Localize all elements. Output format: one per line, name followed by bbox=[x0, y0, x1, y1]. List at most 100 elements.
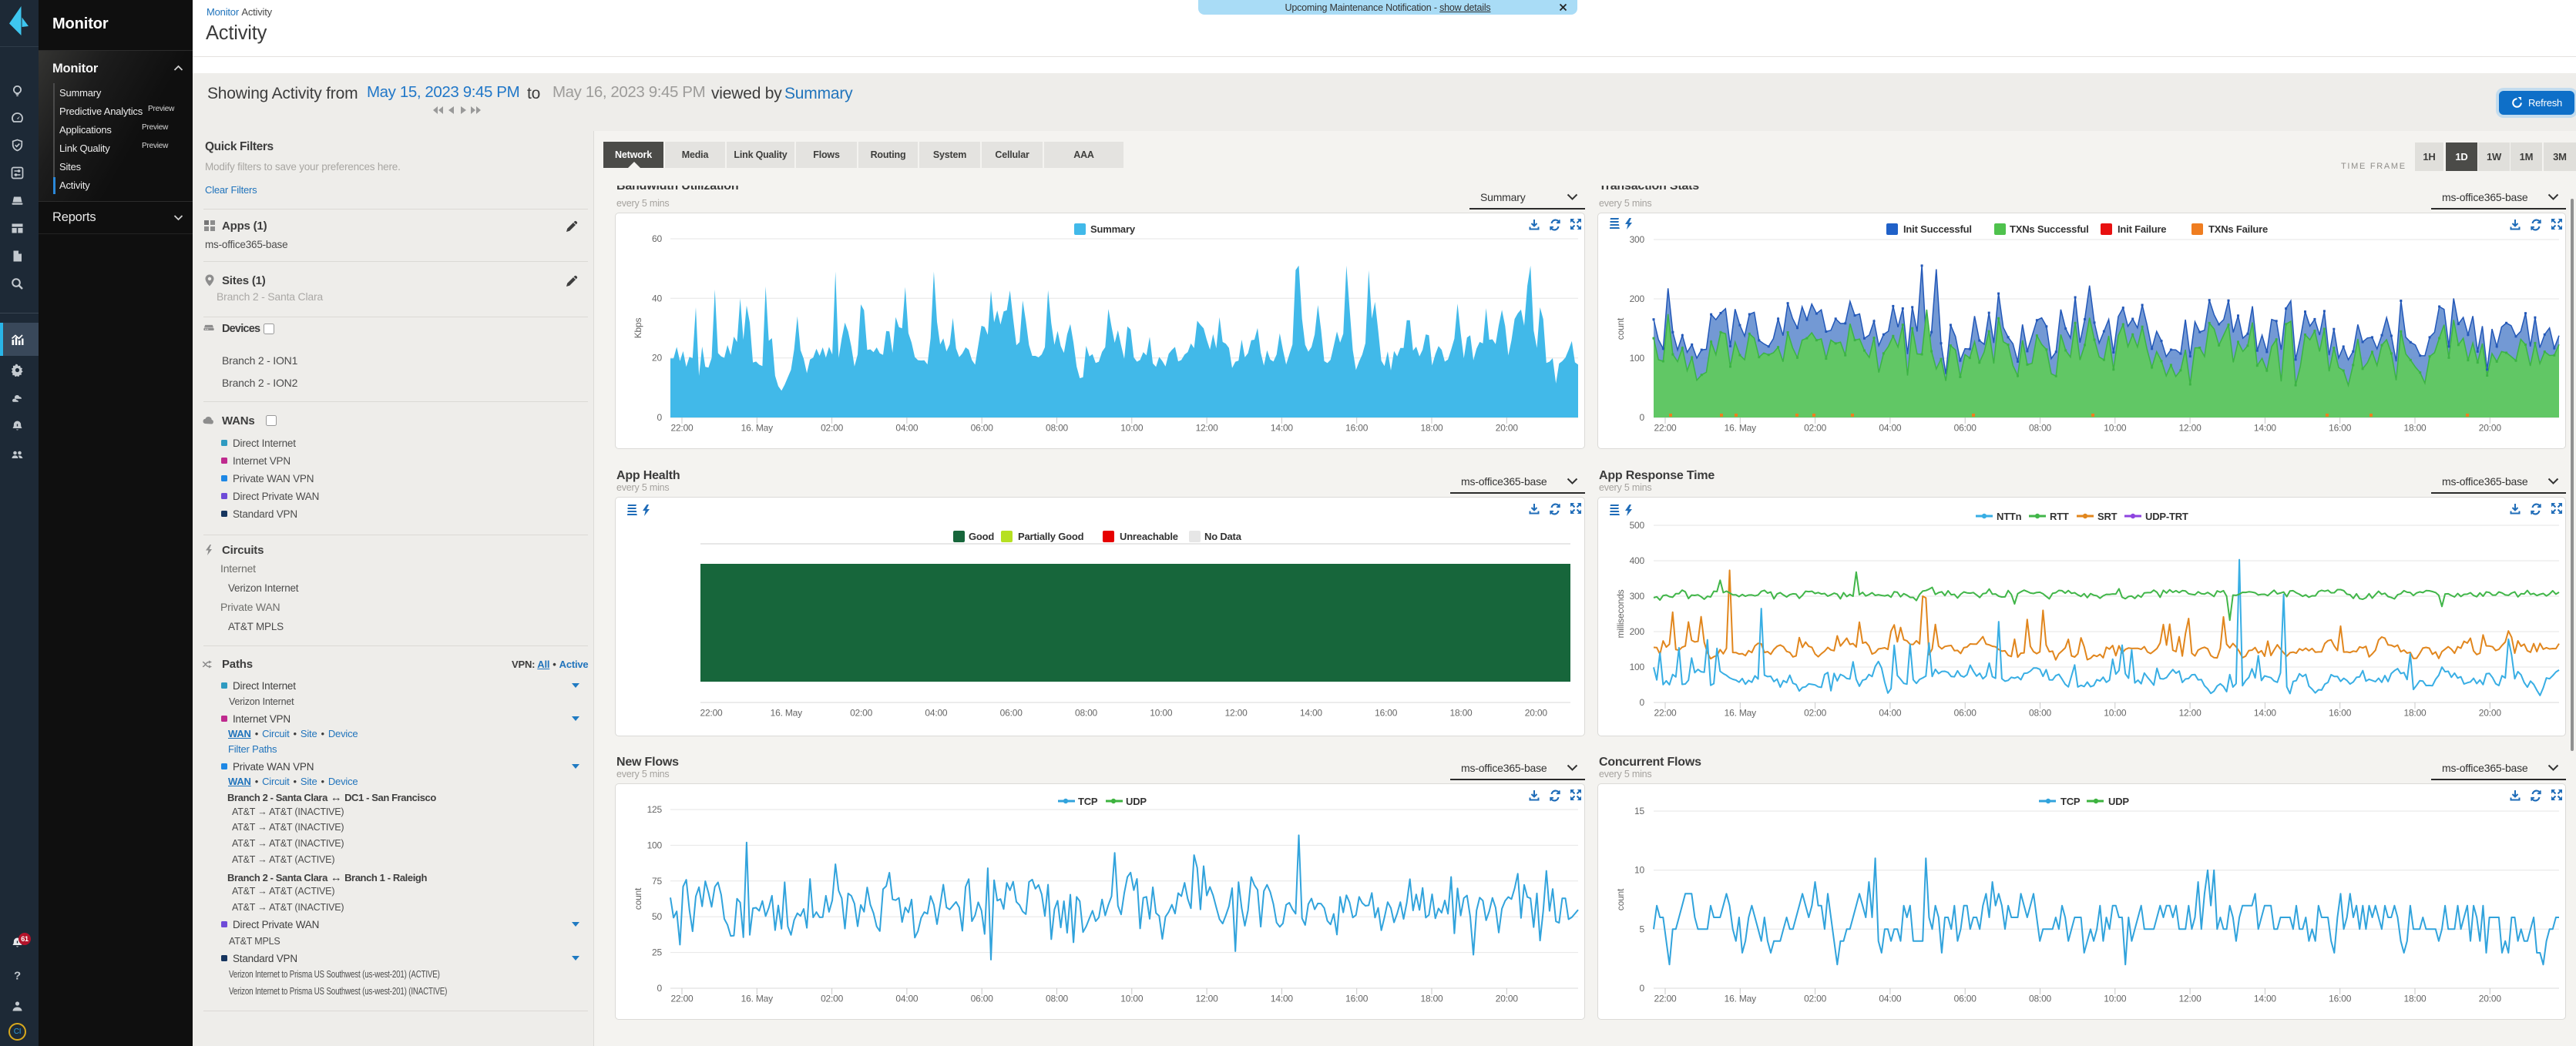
svg-text:16. May: 16. May bbox=[1725, 423, 1756, 434]
svg-text:02:00: 02:00 bbox=[1804, 708, 1827, 719]
svg-text:300: 300 bbox=[1630, 234, 1645, 245]
svg-text:100: 100 bbox=[1630, 353, 1645, 364]
svg-text:12:00: 12:00 bbox=[2179, 994, 2202, 1004]
svg-text:04:00: 04:00 bbox=[1879, 708, 1902, 719]
svg-text:18:00: 18:00 bbox=[1420, 994, 1443, 1004]
svg-text:12:00: 12:00 bbox=[1225, 708, 1248, 719]
svg-text:14:00: 14:00 bbox=[2254, 423, 2277, 434]
svg-text:08:00: 08:00 bbox=[1046, 423, 1069, 434]
svg-text:20: 20 bbox=[652, 353, 662, 364]
svg-text:0: 0 bbox=[657, 983, 663, 994]
svg-text:14:00: 14:00 bbox=[1271, 994, 1294, 1004]
svg-text:10:00: 10:00 bbox=[1120, 994, 1144, 1004]
svg-text:08:00: 08:00 bbox=[1046, 994, 1069, 1004]
svg-text:18:00: 18:00 bbox=[2403, 708, 2427, 719]
svg-text:02:00: 02:00 bbox=[1804, 423, 1827, 434]
svg-text:Init Successful: Init Successful bbox=[1903, 223, 1972, 235]
svg-text:75: 75 bbox=[652, 876, 662, 887]
svg-text:12:00: 12:00 bbox=[2179, 423, 2202, 434]
svg-text:16:00: 16:00 bbox=[1345, 423, 1369, 434]
svg-text:10: 10 bbox=[1634, 865, 1644, 876]
svg-text:500: 500 bbox=[1630, 520, 1645, 531]
svg-text:Kbps: Kbps bbox=[633, 318, 643, 339]
svg-text:16. May: 16. May bbox=[741, 994, 773, 1004]
svg-text:16:00: 16:00 bbox=[2329, 423, 2352, 434]
svg-text:125: 125 bbox=[647, 804, 663, 815]
svg-text:400: 400 bbox=[1630, 555, 1645, 566]
svg-text:Summary: Summary bbox=[1090, 223, 1136, 235]
svg-text:UDP: UDP bbox=[2108, 796, 2129, 807]
svg-text:Unreachable: Unreachable bbox=[1120, 531, 1178, 542]
svg-text:04:00: 04:00 bbox=[895, 994, 919, 1004]
svg-text:08:00: 08:00 bbox=[2029, 708, 2052, 719]
svg-text:22:00: 22:00 bbox=[1654, 708, 1677, 719]
svg-text:UDP: UDP bbox=[1126, 796, 1147, 807]
svg-text:TCP: TCP bbox=[1078, 796, 1098, 807]
svg-text:04:00: 04:00 bbox=[1879, 994, 1902, 1004]
svg-text:08:00: 08:00 bbox=[1075, 708, 1098, 719]
svg-text:08:00: 08:00 bbox=[2029, 423, 2052, 434]
svg-text:18:00: 18:00 bbox=[1420, 423, 1443, 434]
svg-text:0: 0 bbox=[657, 412, 663, 423]
svg-text:14:00: 14:00 bbox=[2254, 994, 2277, 1004]
svg-text:Init Failure: Init Failure bbox=[2118, 223, 2166, 235]
svg-text:16. May: 16. May bbox=[771, 708, 802, 719]
svg-text:Good: Good bbox=[969, 531, 994, 542]
svg-text:18:00: 18:00 bbox=[1449, 708, 1473, 719]
svg-text:16:00: 16:00 bbox=[2329, 708, 2352, 719]
svg-text:50: 50 bbox=[652, 911, 662, 922]
svg-text:22:00: 22:00 bbox=[670, 423, 694, 434]
svg-text:12:00: 12:00 bbox=[1196, 994, 1219, 1004]
svg-text:14:00: 14:00 bbox=[1300, 708, 1323, 719]
svg-text:20:00: 20:00 bbox=[2479, 708, 2502, 719]
svg-text:06:00: 06:00 bbox=[1954, 994, 1977, 1004]
svg-text:16:00: 16:00 bbox=[1375, 708, 1398, 719]
svg-text:5: 5 bbox=[1640, 924, 1645, 934]
svg-text:02:00: 02:00 bbox=[821, 423, 844, 434]
svg-text:milliseconds: milliseconds bbox=[1615, 589, 1626, 638]
svg-text:10:00: 10:00 bbox=[2104, 708, 2127, 719]
svg-text:06:00: 06:00 bbox=[1954, 423, 1977, 434]
svg-text:08:00: 08:00 bbox=[2029, 994, 2052, 1004]
svg-text:16:00: 16:00 bbox=[2329, 994, 2352, 1004]
svg-text:20:00: 20:00 bbox=[2479, 994, 2502, 1004]
svg-text:100: 100 bbox=[647, 840, 663, 850]
svg-text:10:00: 10:00 bbox=[2104, 423, 2127, 434]
svg-text:?: ? bbox=[14, 969, 21, 982]
svg-text:SRT: SRT bbox=[2097, 511, 2118, 522]
svg-text:16. May: 16. May bbox=[1725, 994, 1756, 1004]
svg-text:16:00: 16:00 bbox=[1345, 994, 1369, 1004]
svg-text:20:00: 20:00 bbox=[2479, 423, 2502, 434]
svg-text:16. May: 16. May bbox=[741, 423, 773, 434]
svg-text:300: 300 bbox=[1630, 591, 1645, 602]
svg-text:0: 0 bbox=[1640, 983, 1645, 994]
svg-text:NTTn: NTTn bbox=[1997, 511, 2022, 522]
svg-text:02:00: 02:00 bbox=[850, 708, 873, 719]
svg-text:No Data: No Data bbox=[1204, 531, 1242, 542]
svg-text:10:00: 10:00 bbox=[1150, 708, 1173, 719]
svg-text:22:00: 22:00 bbox=[670, 994, 694, 1004]
svg-text:TXNs Failure: TXNs Failure bbox=[2208, 223, 2268, 235]
svg-text:0: 0 bbox=[1640, 412, 1645, 423]
svg-text:TXNs Successful: TXNs Successful bbox=[2010, 223, 2089, 235]
svg-text:06:00: 06:00 bbox=[1954, 708, 1977, 719]
svg-text:TCP: TCP bbox=[2060, 796, 2081, 807]
svg-text:40: 40 bbox=[652, 293, 662, 303]
svg-text:16. May: 16. May bbox=[1725, 708, 1756, 719]
svg-text:20:00: 20:00 bbox=[1525, 708, 1548, 719]
svg-text:UDP-TRT: UDP-TRT bbox=[2145, 511, 2188, 522]
svg-text:100: 100 bbox=[1630, 662, 1645, 672]
svg-text:20:00: 20:00 bbox=[1496, 994, 1519, 1004]
svg-text:04:00: 04:00 bbox=[1879, 423, 1902, 434]
svg-text:22:00: 22:00 bbox=[1654, 423, 1677, 434]
svg-text:200: 200 bbox=[1630, 626, 1645, 637]
svg-text:04:00: 04:00 bbox=[895, 423, 919, 434]
svg-text:10:00: 10:00 bbox=[1120, 423, 1144, 434]
svg-text:RTT: RTT bbox=[2050, 511, 2069, 522]
svg-text:12:00: 12:00 bbox=[1196, 423, 1219, 434]
svg-text:06:00: 06:00 bbox=[971, 423, 994, 434]
svg-text:22:00: 22:00 bbox=[700, 708, 723, 719]
svg-text:22:00: 22:00 bbox=[1654, 994, 1677, 1004]
svg-text:12:00: 12:00 bbox=[2179, 708, 2202, 719]
svg-text:02:00: 02:00 bbox=[821, 994, 844, 1004]
